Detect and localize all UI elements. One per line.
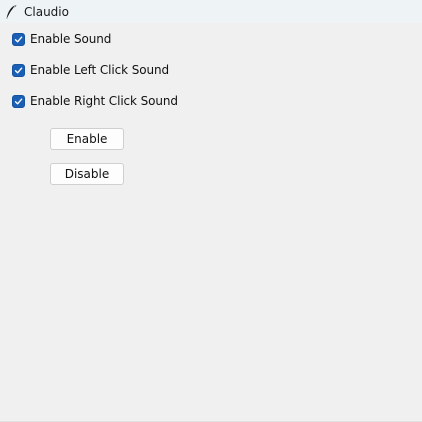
enable-left-click-sound-label: Enable Left Click Sound [30,63,169,77]
window-title: Claudio [24,4,69,19]
title-bar[interactable]: Claudio [0,0,422,23]
enable-sound-checkbox[interactable]: Enable Sound [12,31,111,47]
enable-right-click-sound-checkbox[interactable]: Enable Right Click Sound [12,93,178,109]
enable-button[interactable]: Enable [50,128,124,150]
enable-sound-label: Enable Sound [30,32,112,46]
disable-button[interactable]: Disable [50,163,124,185]
enable-left-click-sound-checkbox[interactable]: Enable Left Click Sound [12,62,169,78]
checkbox-checked-icon[interactable] [12,32,25,46]
checkbox-checked-icon[interactable] [12,94,25,108]
enable-right-click-sound-label: Enable Right Click Sound [30,94,178,108]
checkbox-checked-icon[interactable] [12,63,25,77]
feather-icon [4,4,18,20]
